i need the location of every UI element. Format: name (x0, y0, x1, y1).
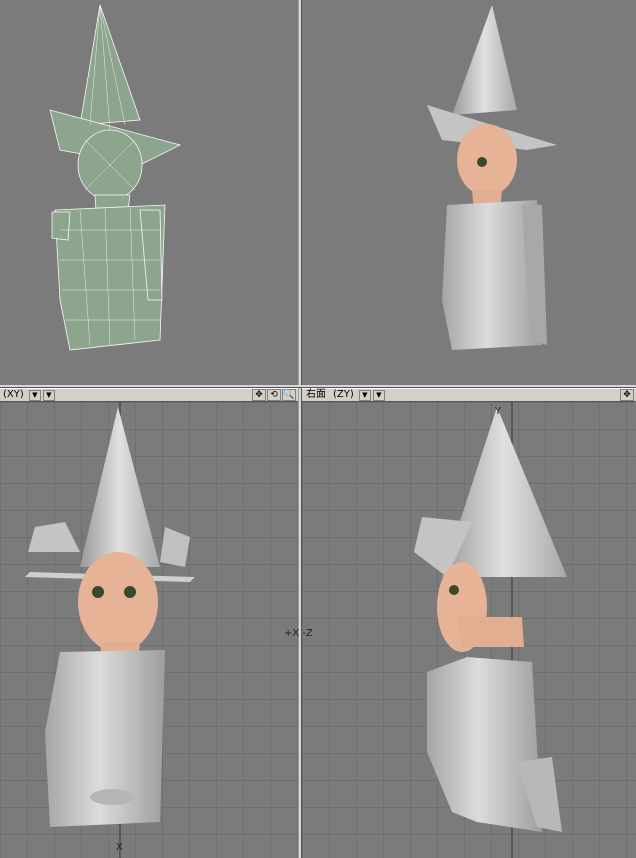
shading-dropdown-icon[interactable]: ▼ (372, 389, 385, 401)
center-axis-label: +X -Z (284, 628, 313, 639)
wireframe-model (49, 4, 182, 351)
side-model (414, 402, 567, 858)
viewport-front-xy[interactable]: X (0, 402, 298, 858)
shading-dropdown-icon[interactable]: ▼ (42, 389, 55, 401)
viewport-top-right-shaded[interactable] (302, 0, 636, 385)
shaded-model (427, 5, 557, 350)
axis-bottom-label: X (116, 842, 123, 853)
view-mode-dropdown-icon[interactable]: ▼ (358, 389, 371, 401)
front-model (25, 402, 195, 858)
viewport-top-left-wireframe[interactable] (0, 0, 298, 385)
move-view-icon[interactable]: ✥ (252, 389, 266, 401)
zoom-view-icon[interactable]: 🔍 (282, 389, 296, 401)
side-view-titlebar: 右面 (ZY) ▼ ▼ ✥ (302, 388, 636, 402)
front-view-titlebar: (XY) ▼ ▼ ✥ ⟲ 🔍 (0, 388, 298, 402)
viewport-right-zy[interactable]: Y (302, 402, 636, 858)
move-view-icon[interactable]: ✥ (620, 389, 634, 401)
view-name-label[interactable]: 右面 (302, 389, 330, 401)
rotate-view-icon[interactable]: ⟲ (267, 389, 281, 401)
view-mode-dropdown-icon[interactable]: ▼ (28, 389, 41, 401)
view-mode-label[interactable]: (ZY) (330, 389, 357, 401)
view-mode-label[interactable]: (XY) (0, 389, 27, 401)
axis-top-label: Y (495, 406, 502, 417)
